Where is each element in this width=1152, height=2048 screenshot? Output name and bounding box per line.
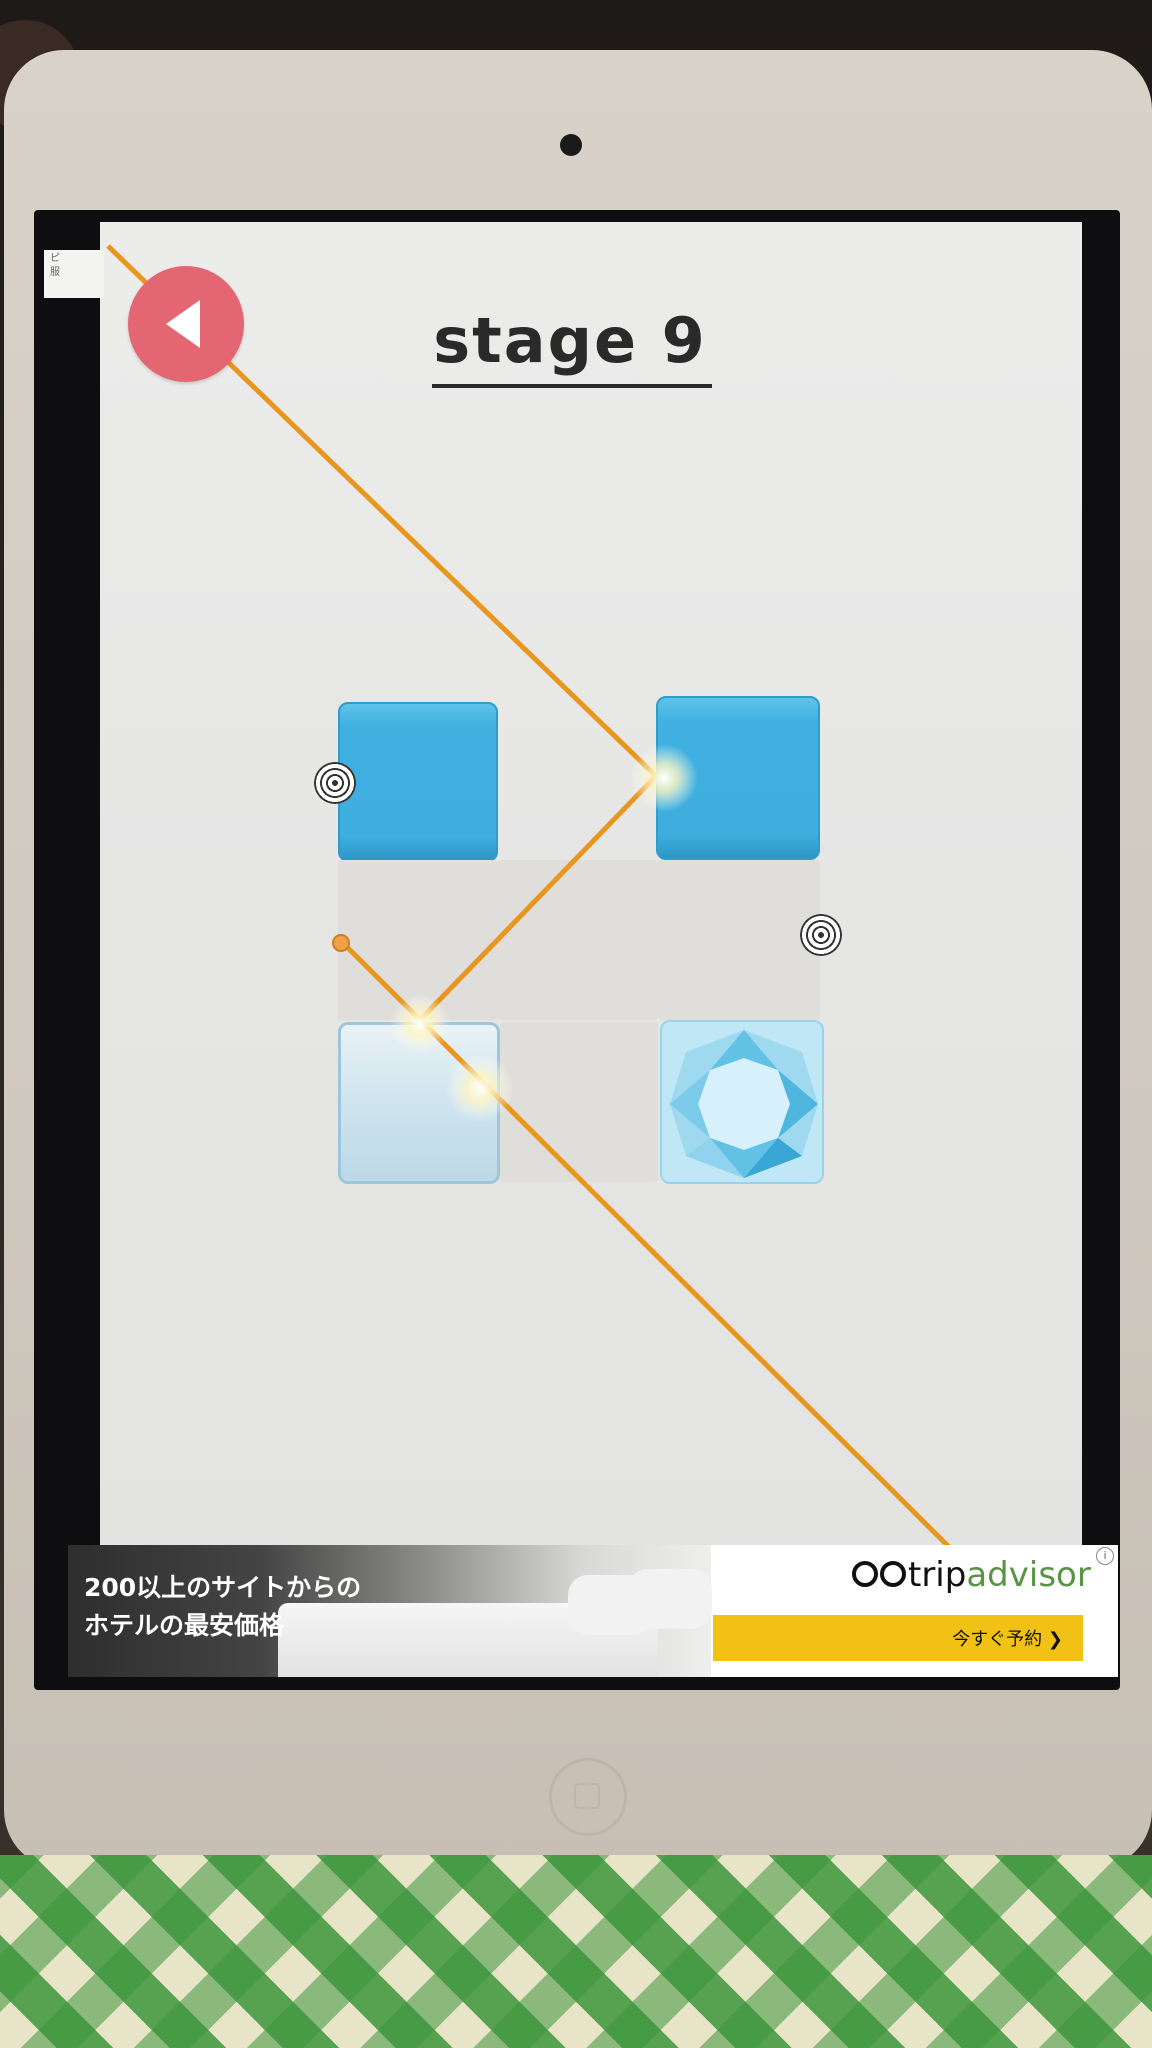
- owl-eye-icon: [880, 1560, 906, 1587]
- carpet-background: [0, 1855, 1152, 2048]
- brand-advisor: advisor: [966, 1555, 1091, 1595]
- title-underline: [432, 384, 712, 388]
- ad-info-icon[interactable]: i: [1096, 1547, 1114, 1565]
- ad-headline-line-2: ホテルの最安価格: [84, 1611, 285, 1640]
- laser-glow-1: [630, 744, 698, 812]
- tripadvisor-logo: tripadvisor: [852, 1555, 1091, 1595]
- back-arrow-icon: [166, 300, 200, 348]
- brand-trip: trip: [908, 1555, 967, 1595]
- laser-glow-2: [390, 994, 450, 1054]
- ad-banner[interactable]: 200以上のサイトからの ホテルの最安価格 tripadvisor 今すぐ予約 …: [68, 1545, 1118, 1677]
- ad-headline-line-1: 200以上のサイトからの: [84, 1573, 362, 1602]
- laser-beam-2: [418, 774, 658, 1022]
- laser-source: [332, 934, 350, 952]
- owl-eye-icon: [852, 1560, 878, 1587]
- book-now-label: 今すぐ予約 ❯: [952, 1629, 1063, 1650]
- ad-headline: 200以上のサイトからの ホテルの最安価格: [84, 1569, 361, 1645]
- ad-pillow: [628, 1569, 712, 1629]
- back-button[interactable]: [128, 266, 244, 382]
- laser-glow-3: [446, 1054, 514, 1122]
- stage-title: stage 9: [433, 304, 707, 377]
- book-now-button[interactable]: 今すぐ予約 ❯: [713, 1615, 1083, 1661]
